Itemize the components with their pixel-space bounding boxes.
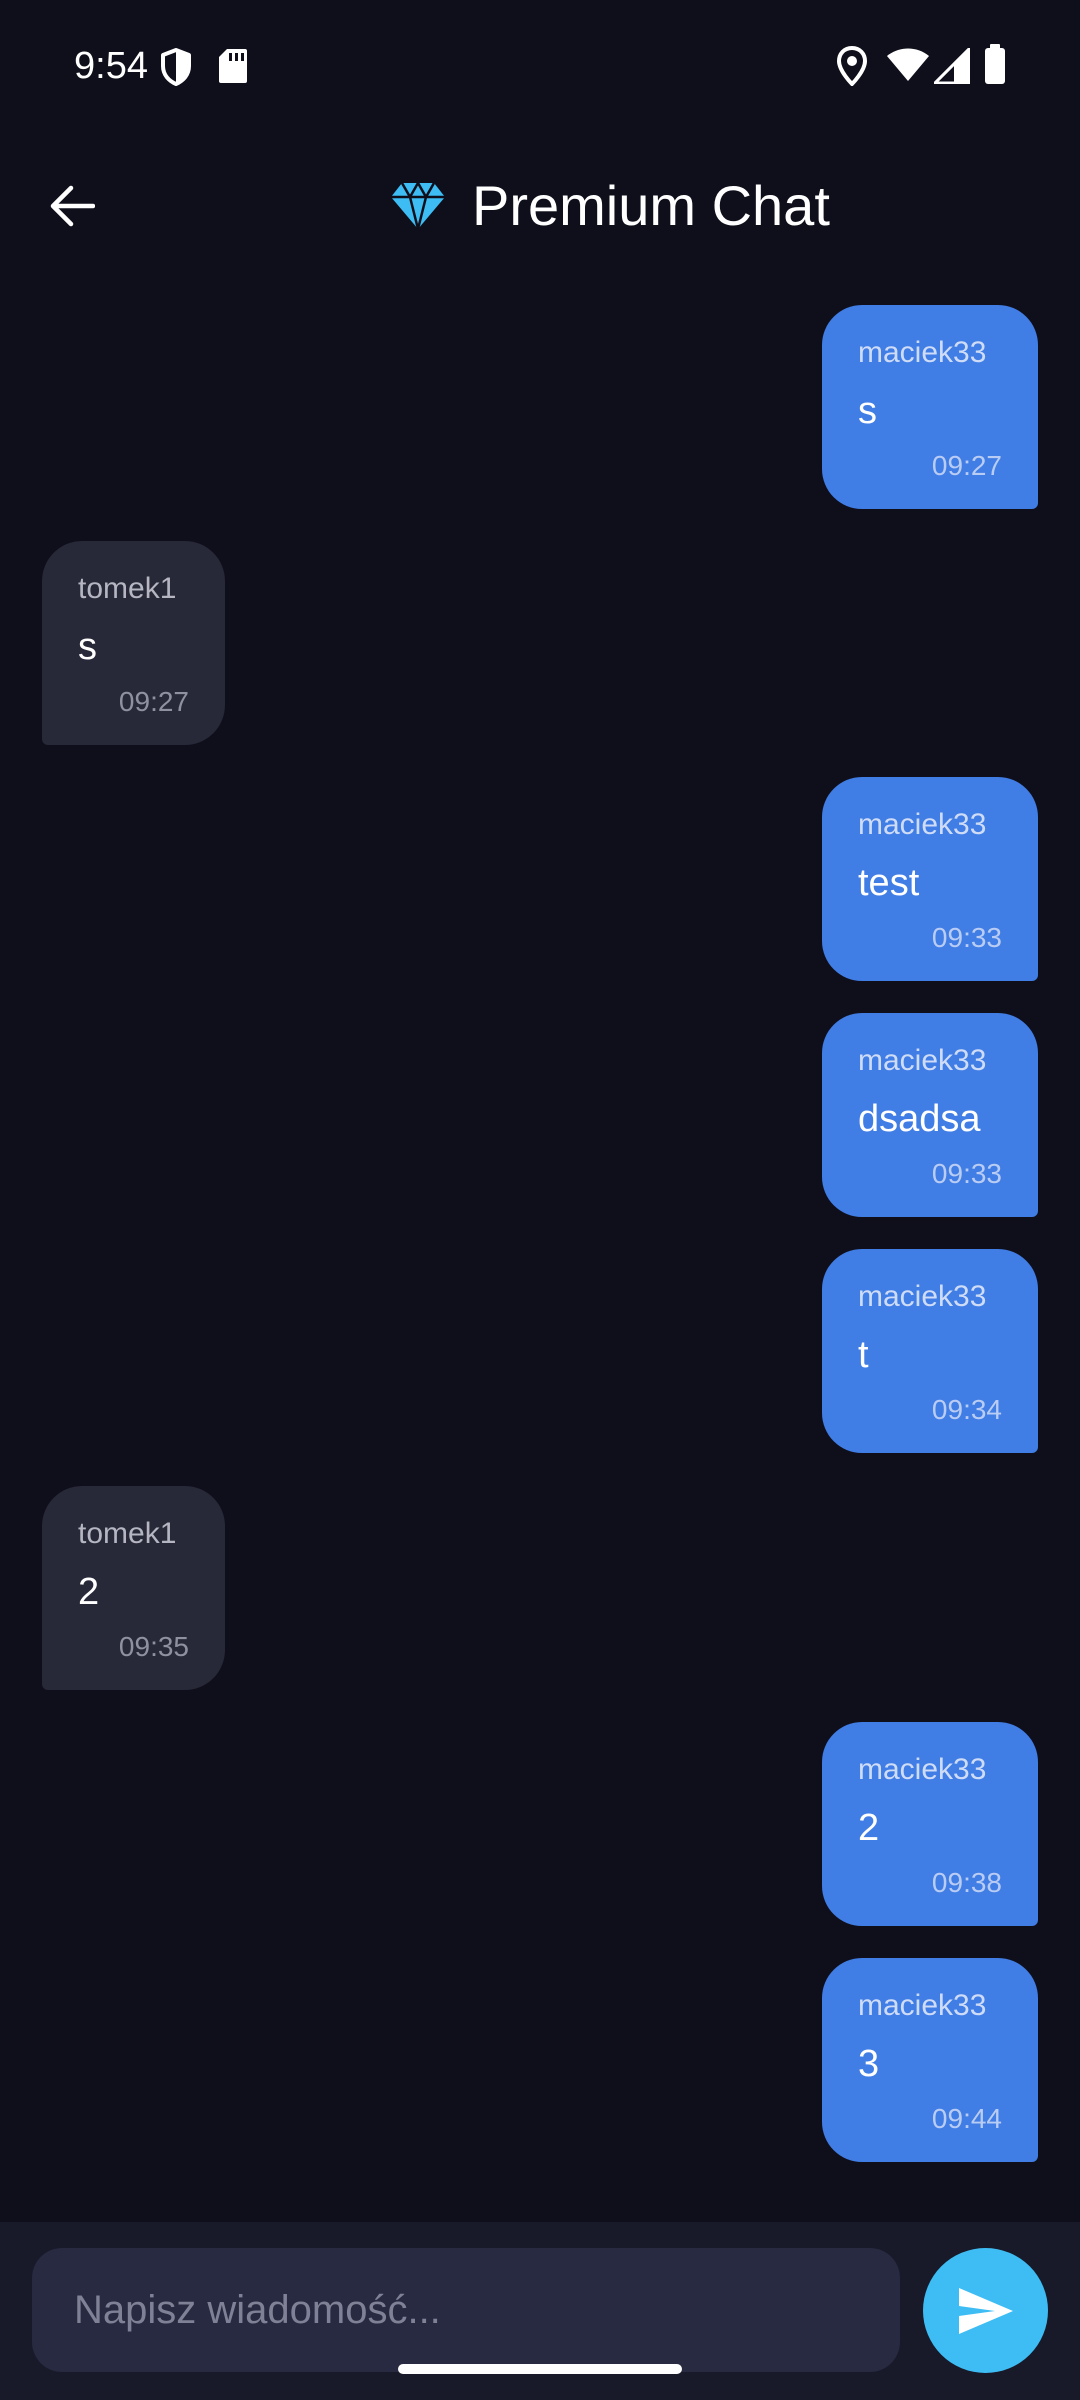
- message-text: s: [858, 390, 877, 432]
- message-bubble-outgoing[interactable]: maciek33 3 09:44: [822, 1958, 1038, 2162]
- message-bubble-incoming[interactable]: tomek1 2 09:35: [42, 1486, 225, 1690]
- message-bubble-outgoing[interactable]: maciek33 t 09:34: [822, 1249, 1038, 1453]
- message-sender: tomek1: [78, 1517, 177, 1550]
- message-time: 09:27: [931, 450, 1002, 481]
- message-text: 3: [858, 2043, 880, 2085]
- message-time: 09:33: [931, 1158, 1002, 1189]
- message-text: test: [858, 862, 920, 904]
- message-text: s: [78, 626, 97, 668]
- message-sender: maciek33: [858, 1753, 987, 1786]
- message-bubble-incoming[interactable]: tomek1 s 09:27: [42, 541, 225, 745]
- send-icon: [958, 2287, 1013, 2334]
- message-time: 09:44: [931, 2103, 1002, 2134]
- message-sender: tomek1: [78, 572, 177, 605]
- message-text: 2: [78, 1571, 100, 1613]
- message-time: 09:27: [118, 686, 189, 717]
- message-time: 09:35: [118, 1631, 189, 1662]
- message-sender: maciek33: [858, 1044, 987, 1077]
- message-text: dsadsa: [858, 1098, 981, 1140]
- message-input[interactable]: [32, 2248, 900, 2372]
- message-time: 09:34: [931, 1394, 1002, 1425]
- message-time: 09:38: [931, 1867, 1002, 1898]
- message-sender: maciek33: [858, 1989, 987, 2022]
- message-text: t: [858, 1334, 869, 1376]
- message-bubble-outgoing[interactable]: maciek33 2 09:38: [822, 1722, 1038, 1926]
- chat-screen: 9:54 Premium Chat maciek33 s 09:27 tomek…: [0, 0, 1080, 2400]
- message-bubble-outgoing[interactable]: maciek33 s 09:27: [822, 305, 1038, 509]
- send-button[interactable]: [923, 2248, 1048, 2373]
- message-sender: maciek33: [858, 336, 987, 369]
- home-indicator: [398, 2364, 682, 2374]
- message-sender: maciek33: [858, 808, 987, 841]
- message-bubble-outgoing[interactable]: maciek33 dsadsa 09:33: [822, 1013, 1038, 1217]
- message-time: 09:33: [931, 922, 1002, 953]
- message-list: maciek33 s 09:27 tomek1 s 09:27 maciek33…: [0, 0, 1080, 2220]
- message-text: 2: [858, 1807, 880, 1849]
- message-sender: maciek33: [858, 1280, 987, 1313]
- message-bubble-outgoing[interactable]: maciek33 test 09:33: [822, 777, 1038, 981]
